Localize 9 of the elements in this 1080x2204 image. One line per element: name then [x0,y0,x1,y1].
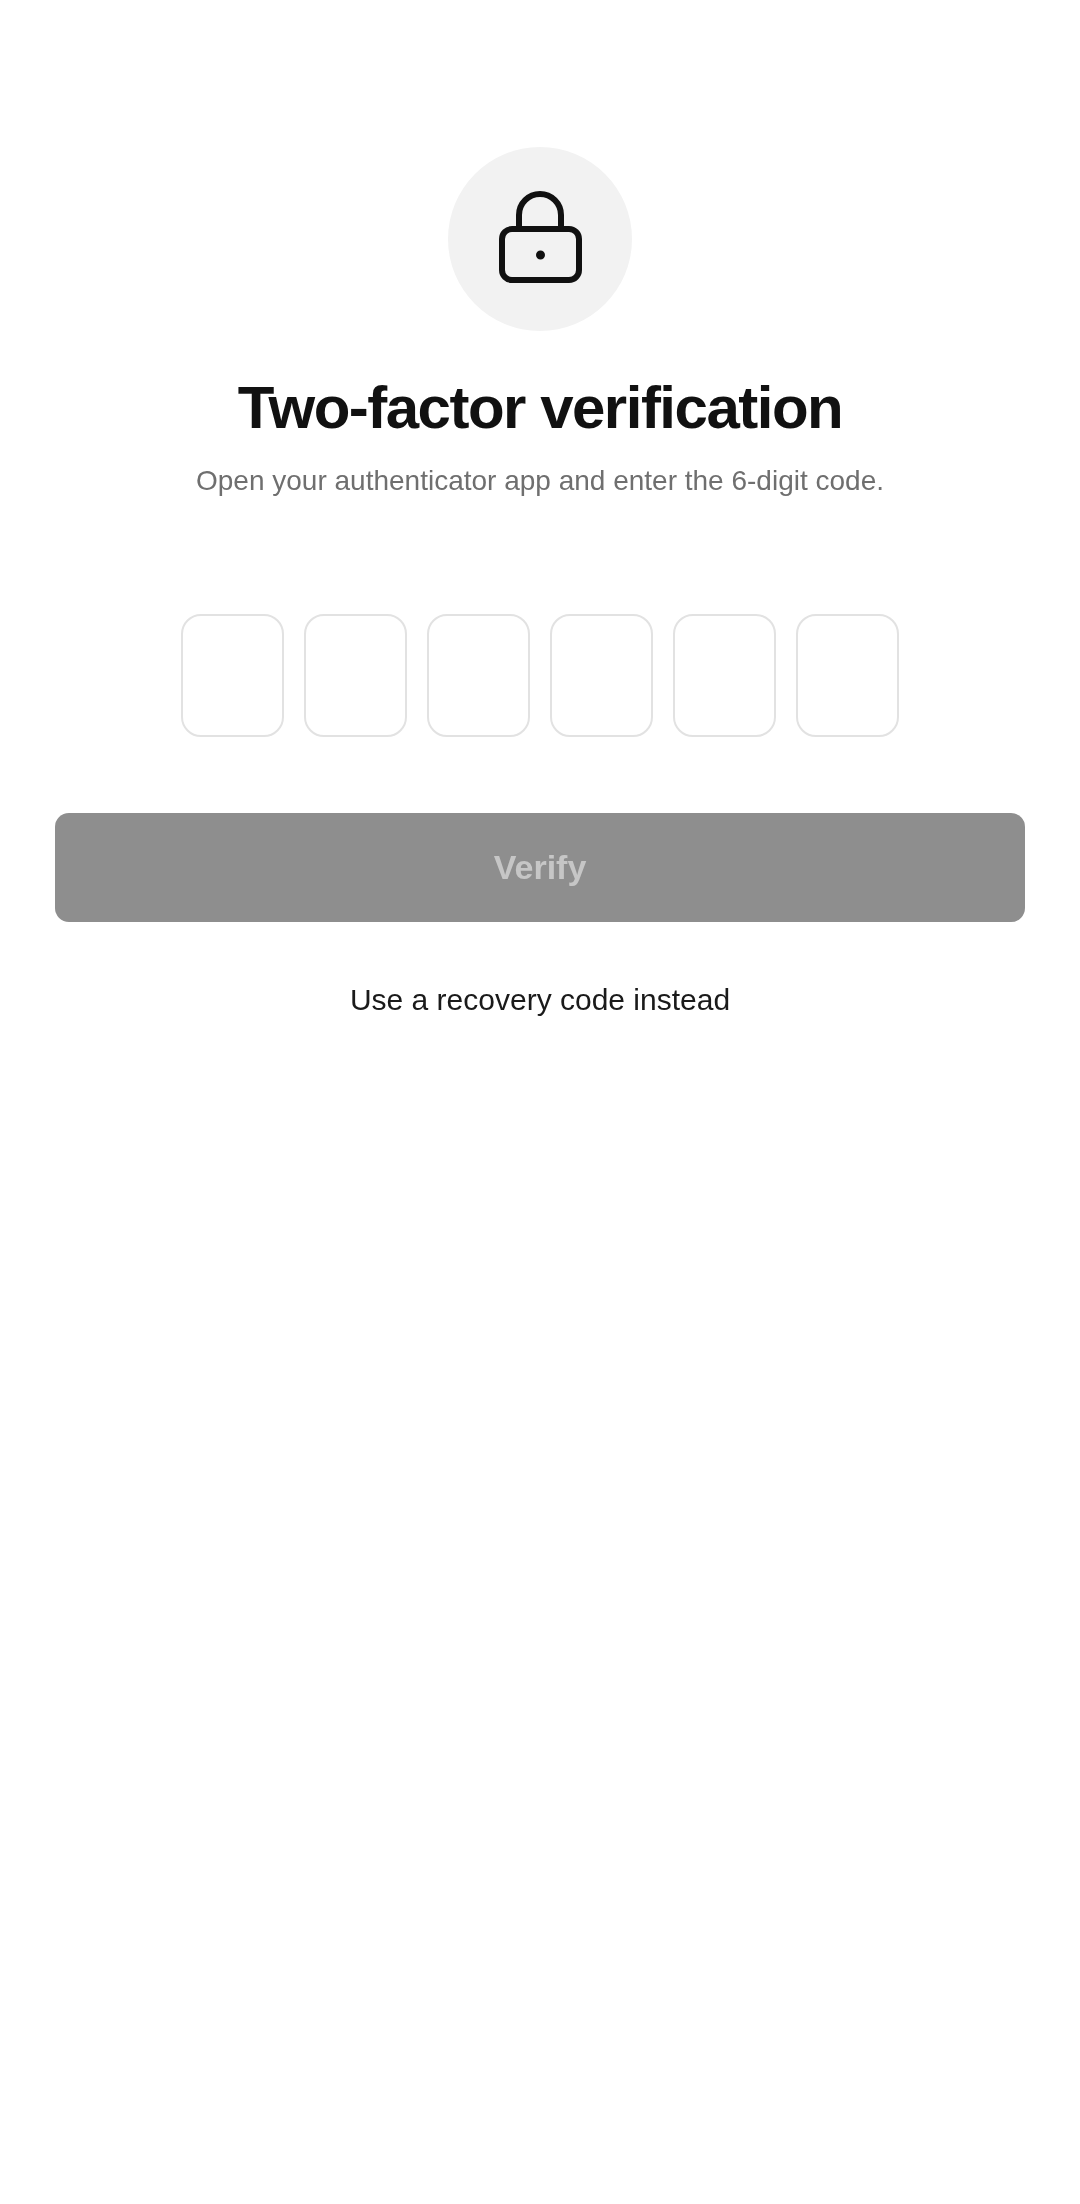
code-digit-field[interactable] [427,614,530,738]
code-digit-field[interactable] [796,614,899,738]
code-digit-field[interactable] [304,614,407,738]
page-title: Two-factor verification [237,373,843,442]
recovery-code-link[interactable]: Use a recovery code instead [349,980,731,1020]
code-digit-field[interactable] [181,614,284,738]
instruction-text: Open your authenticator app and enter the 6-digit code. [196,464,884,498]
code-digit-field[interactable] [550,614,653,738]
code-digit-field[interactable] [673,614,776,738]
